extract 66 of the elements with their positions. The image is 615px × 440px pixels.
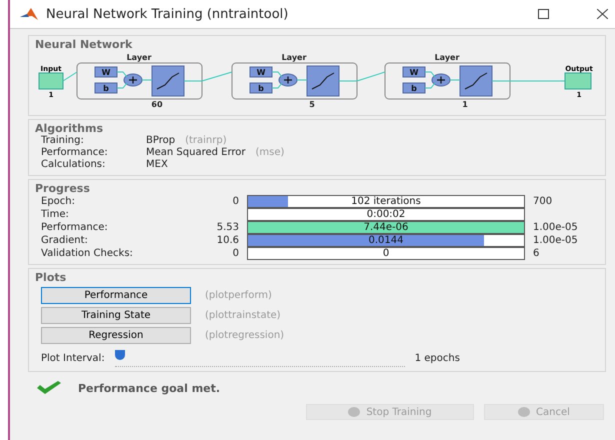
weight-box: W xyxy=(402,66,426,78)
cancel-icon xyxy=(518,407,530,417)
function-name: (plotperform) xyxy=(205,290,272,301)
maximize-icon[interactable] xyxy=(538,9,549,19)
layer-size: 5 xyxy=(309,100,315,109)
end-value: 700 xyxy=(533,196,554,207)
progress-reading: 102 iterations xyxy=(350,196,422,207)
transfer-function-icon xyxy=(152,66,184,96)
sum-icon xyxy=(124,74,142,86)
stop-icon xyxy=(348,407,360,417)
transfer-function-icon xyxy=(460,66,492,96)
bias-box: b xyxy=(402,82,426,94)
weight-box: W xyxy=(250,66,272,78)
start-value: 0 xyxy=(232,248,239,259)
end-value: 1.00e-05 xyxy=(533,235,579,246)
start-value: 10.6 xyxy=(216,235,239,246)
function-name: (mse) xyxy=(256,147,284,159)
function-name: (plottrainstate) xyxy=(205,310,281,321)
slider-thumb[interactable] xyxy=(114,350,125,360)
function-name: (plotregression) xyxy=(205,330,284,341)
status-message: Performance goal met. xyxy=(78,382,220,394)
panel-title: Algorithms xyxy=(35,122,104,135)
progress-reading: 7.44e-06 xyxy=(362,222,410,233)
bias-box: b xyxy=(250,82,272,94)
progress-label: Validation Checks: xyxy=(41,248,134,259)
algorithm-label: Performance: xyxy=(41,147,109,159)
layer-size: 60 xyxy=(151,100,163,109)
interval-reading: 1 epochs xyxy=(414,353,460,364)
progress-label: Performance: xyxy=(41,222,109,233)
algorithm-value: MEX xyxy=(146,159,168,171)
plot-button[interactable]: Training State xyxy=(41,307,191,324)
app-logo-icon xyxy=(20,8,38,20)
checkmark-icon xyxy=(36,381,62,395)
plot-button[interactable]: Performance xyxy=(41,287,191,304)
layer-label: Layer xyxy=(434,53,460,62)
progress-label: Time: xyxy=(41,209,70,220)
end-value: 6 xyxy=(533,248,540,259)
interval-slider[interactable] xyxy=(114,350,405,367)
panel-title: Plots xyxy=(35,271,68,284)
input-block xyxy=(38,72,64,90)
output-block xyxy=(564,72,592,90)
algorithm-value: BProp xyxy=(146,135,176,147)
bias-box: b xyxy=(94,82,118,94)
progress-label: Epoch: xyxy=(41,196,76,207)
algorithm-label: Training: xyxy=(41,135,85,147)
progress-label: Gradient: xyxy=(41,235,89,246)
sum-icon xyxy=(432,74,450,86)
start-value: 5.53 xyxy=(216,222,239,233)
window-title: Neural Network Training (nntraintool) xyxy=(46,6,290,22)
end-value: 1.00e-05 xyxy=(533,222,579,233)
panel-title: Neural Network xyxy=(35,38,134,51)
panel-title: Progress xyxy=(35,182,91,195)
plot-button[interactable]: Regression xyxy=(41,327,191,344)
progress-reading: 0.0144 xyxy=(368,235,404,246)
sum-icon xyxy=(278,74,298,86)
layer-label: Layer xyxy=(282,53,306,62)
close-icon[interactable] xyxy=(597,9,608,19)
layer-label: Layer xyxy=(126,53,152,62)
algorithm-label: Calculations: xyxy=(41,159,106,171)
weight-box: W xyxy=(94,66,118,78)
algorithm-value: Mean Squared Error xyxy=(146,147,246,159)
layer-size: 1 xyxy=(462,100,468,109)
transfer-function-icon xyxy=(306,66,340,96)
function-name: (trainrp) xyxy=(185,135,227,147)
start-value: 0 xyxy=(232,196,239,207)
interval-label: Plot Interval: xyxy=(41,353,105,364)
